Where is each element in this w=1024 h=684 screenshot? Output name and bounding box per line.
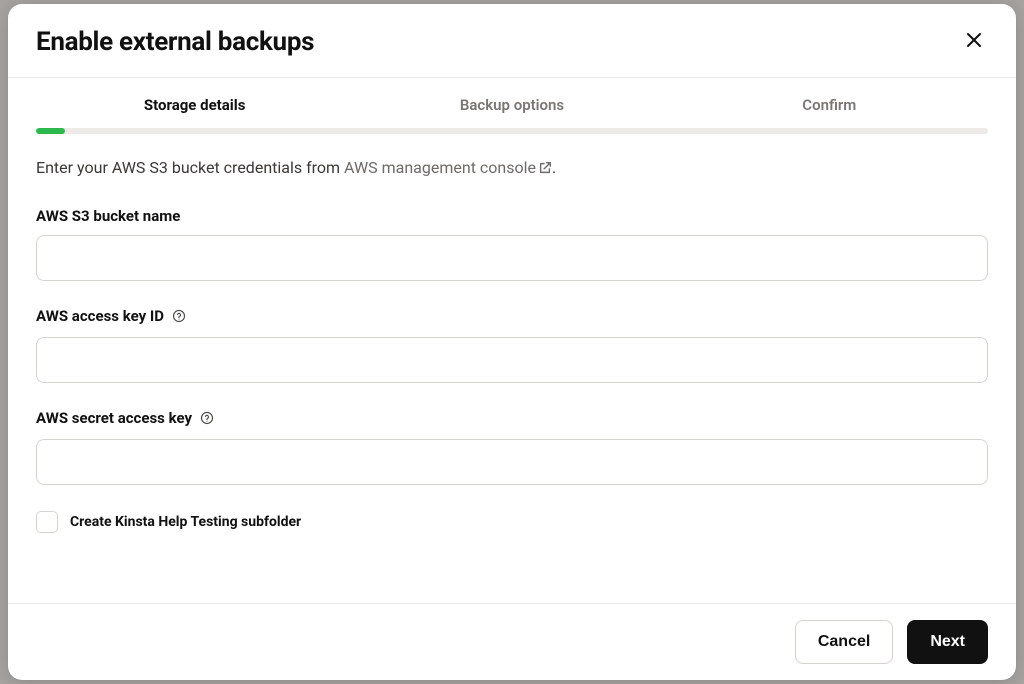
secret-key-input[interactable] bbox=[36, 439, 988, 485]
progress-track bbox=[36, 128, 988, 134]
intro-suffix: . bbox=[552, 158, 556, 177]
modal-header: Enable external backups bbox=[8, 4, 1016, 78]
access-key-input[interactable] bbox=[36, 337, 988, 383]
step-storage-details[interactable]: Storage details bbox=[36, 96, 353, 128]
step-label: Confirm bbox=[802, 96, 856, 114]
external-link-icon bbox=[538, 160, 552, 179]
modal-body: Enter your AWS S3 bucket credentials fro… bbox=[8, 134, 1016, 603]
next-button[interactable]: Next bbox=[907, 620, 988, 664]
bucket-name-label: AWS S3 bucket name bbox=[36, 207, 988, 225]
modal-footer: Cancel Next bbox=[8, 603, 1016, 680]
step-label: Storage details bbox=[144, 96, 246, 114]
link-text: AWS management console bbox=[344, 158, 536, 177]
wizard-steps: Storage details Backup options Confirm bbox=[8, 78, 1016, 128]
access-key-label-text: AWS access key ID bbox=[36, 307, 164, 325]
subfolder-checkbox[interactable] bbox=[36, 511, 58, 533]
subfolder-checkbox-label: Create Kinsta Help Testing subfolder bbox=[70, 514, 301, 530]
bucket-name-input[interactable] bbox=[36, 235, 988, 281]
intro-prefix: Enter your AWS S3 bucket credentials fro… bbox=[36, 158, 344, 177]
cancel-button[interactable]: Cancel bbox=[795, 620, 893, 664]
field-secret-key: AWS secret access key bbox=[36, 409, 988, 485]
field-access-key: AWS access key ID bbox=[36, 307, 988, 383]
step-confirm[interactable]: Confirm bbox=[671, 96, 988, 128]
enable-external-backups-modal: Enable external backups Storage details … bbox=[8, 4, 1016, 680]
step-backup-options[interactable]: Backup options bbox=[353, 96, 670, 128]
access-key-label: AWS access key ID bbox=[36, 307, 988, 327]
close-icon bbox=[966, 32, 982, 51]
step-label: Backup options bbox=[460, 96, 564, 114]
secret-key-label: AWS secret access key bbox=[36, 409, 988, 429]
close-button[interactable] bbox=[960, 26, 988, 57]
secret-key-label-text: AWS secret access key bbox=[36, 409, 192, 427]
intro-text: Enter your AWS S3 bucket credentials fro… bbox=[36, 158, 988, 179]
progress-fill bbox=[36, 128, 65, 134]
help-icon[interactable] bbox=[172, 309, 186, 327]
field-bucket-name: AWS S3 bucket name bbox=[36, 207, 988, 281]
subfolder-checkbox-row: Create Kinsta Help Testing subfolder bbox=[36, 511, 988, 533]
help-icon[interactable] bbox=[200, 411, 214, 429]
modal-title: Enable external backups bbox=[36, 27, 314, 57]
aws-console-link[interactable]: AWS management console bbox=[344, 158, 552, 177]
